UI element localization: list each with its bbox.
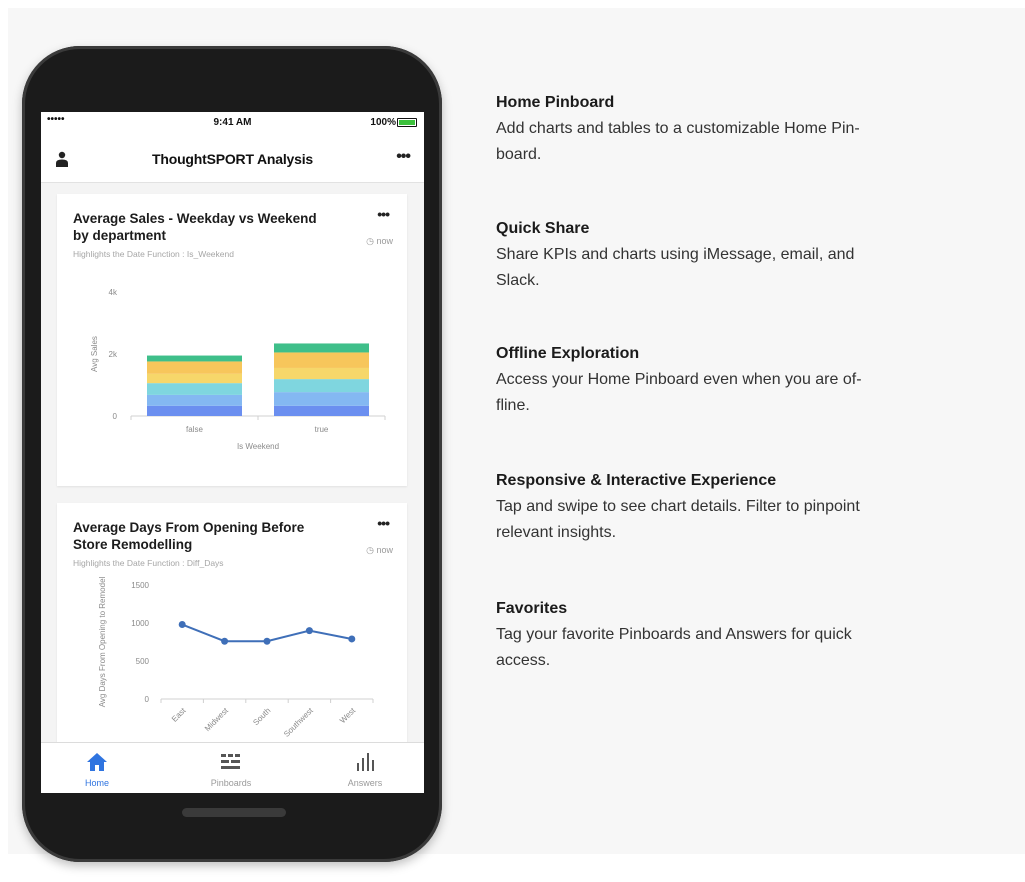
app-header: ThoughtSPORT Analysis ••• xyxy=(41,132,424,183)
tab-label: Pinboards xyxy=(210,778,252,788)
x-tick-label: East xyxy=(170,706,188,724)
tab-label: Home xyxy=(84,778,109,788)
bar-segment xyxy=(274,352,369,368)
x-tick-label: West xyxy=(338,706,358,726)
feature-description-line: Tag your favorite Pinboards and Answers … xyxy=(496,626,852,643)
feature-description-line: Tap and swipe to see chart details. Filt… xyxy=(496,498,860,515)
feature-description-line: Share KPIs and charts using iMessage, em… xyxy=(496,246,855,263)
y-tick-label: 1000 xyxy=(131,619,149,628)
y-tick-label: 0 xyxy=(113,412,118,421)
bar-segment xyxy=(147,355,242,362)
tab-bar: Home Pinboards Answers xyxy=(41,742,424,793)
y-tick-label: 2k xyxy=(109,350,118,359)
x-tick-label: true xyxy=(315,425,329,434)
tab-home[interactable]: Home xyxy=(47,743,147,793)
bar-segment xyxy=(274,392,369,406)
y-tick-label: 0 xyxy=(145,695,150,704)
feature-title: Favorites xyxy=(496,600,568,617)
feature-description-line: Access your Home Pinboard even when you … xyxy=(496,371,862,388)
bar-segment xyxy=(147,394,242,406)
bar-segment xyxy=(147,383,242,395)
home-icon xyxy=(87,753,107,771)
feature-description-line: Add charts and tables to a customizable … xyxy=(496,120,860,137)
feature-home-pinboard: Home Pinboard Add charts and tables to a… xyxy=(496,92,1006,168)
more-icon[interactable]: ••• xyxy=(396,148,411,166)
phone-home-bar xyxy=(182,808,286,817)
feature-description-line: access. xyxy=(496,652,551,669)
data-point xyxy=(305,627,313,635)
feature-description: Tap and swipe to see chart details. Filt… xyxy=(496,494,1006,546)
feature-description: Share KPIs and charts using iMessage, em… xyxy=(496,242,1006,294)
status-bar: ••••• 9:41 AM 100% xyxy=(41,112,424,132)
data-point xyxy=(348,635,356,643)
feature-description-line: board. xyxy=(496,146,542,163)
feature-favorites: Favorites Tag your favorite Pinboards an… xyxy=(496,598,1006,674)
bar-segment xyxy=(147,361,242,374)
bar-segment xyxy=(274,379,369,393)
x-tick-label: false xyxy=(186,425,203,434)
feature-description: Access your Home Pinboard even when you … xyxy=(496,367,1006,419)
feature-description: Tag your favorite Pinboards and Answers … xyxy=(496,622,1006,674)
y-axis-label: Avg Sales xyxy=(90,336,99,372)
feature-offline-exploration: Offline Exploration Access your Home Pin… xyxy=(496,343,1006,419)
battery-icon xyxy=(397,118,417,127)
y-tick-label: 4k xyxy=(109,288,118,297)
page-title: ThoughtSPORT Analysis xyxy=(152,151,313,167)
pinboards-icon xyxy=(221,754,240,769)
battery-percent: 100% xyxy=(370,117,396,128)
y-tick-label: 1500 xyxy=(131,581,149,590)
feature-description-line: relevant insights. xyxy=(496,524,617,541)
x-axis-label: Is Weekend xyxy=(237,442,279,451)
x-tick-label: Southwest xyxy=(282,706,315,739)
feature-title: Offline Exploration xyxy=(496,345,640,362)
feature-title: Responsive & Interactive Experience xyxy=(496,472,777,489)
data-point xyxy=(263,637,271,645)
feature-description-line: Slack. xyxy=(496,272,540,289)
bar-segment xyxy=(274,367,369,380)
feature-title: Home Pinboard xyxy=(496,94,615,111)
bar-segment xyxy=(274,343,369,353)
bar-segment xyxy=(147,405,242,416)
phone-screen: ••••• 9:41 AM 100% ThoughtSPORT Analysis… xyxy=(41,112,424,793)
bar-segment xyxy=(147,373,242,384)
feature-description: Add charts and tables to a customizable … xyxy=(496,116,1006,168)
bar-segment xyxy=(274,405,369,416)
status-time: 9:41 AM xyxy=(213,117,252,128)
tab-label: Answers xyxy=(347,778,383,788)
stacked-bar-chart[interactable]: 0 2k 4k false true Is Weekend Avg Sales xyxy=(57,194,407,486)
data-point xyxy=(221,637,229,645)
y-axis-label: Avg Days From Opening to Remodel xyxy=(98,576,107,707)
feature-quick-share: Quick Share Share KPIs and charts using … xyxy=(496,218,1006,294)
x-tick-label: South xyxy=(251,706,272,727)
tab-answers[interactable]: Answers xyxy=(315,743,415,793)
feature-description-line: fline. xyxy=(496,397,530,414)
pinboard-card-sales[interactable]: Average Sales - Weekday vs Weekend by de… xyxy=(57,194,407,486)
answers-icon xyxy=(357,753,374,771)
x-tick-label: Midwest xyxy=(203,706,231,734)
y-tick-label: 500 xyxy=(136,657,150,666)
tab-pinboards[interactable]: Pinboards xyxy=(181,743,281,793)
data-point xyxy=(178,621,186,629)
feature-title: Quick Share xyxy=(496,220,590,237)
feature-responsive-interactive: Responsive & Interactive Experience Tap … xyxy=(496,470,1006,546)
